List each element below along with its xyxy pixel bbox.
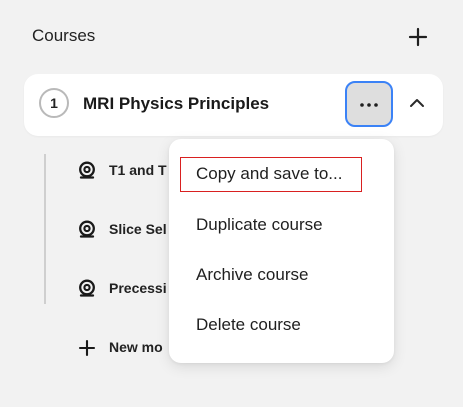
module-label: T1 and T — [109, 162, 167, 178]
course-card[interactable]: 1 MRI Physics Principles — [24, 74, 443, 136]
module-tree-line — [44, 154, 46, 304]
module-icon — [79, 220, 95, 238]
course-context-menu: Copy and save to... Duplicate course Arc… — [169, 139, 394, 363]
menu-item-duplicate-course[interactable]: Duplicate course — [196, 215, 323, 235]
module-icon — [79, 161, 95, 179]
page-title: Courses — [32, 26, 96, 45]
menu-item-archive-course[interactable]: Archive course — [196, 265, 308, 285]
menu-item-delete-course[interactable]: Delete course — [196, 315, 301, 335]
plus-icon — [78, 339, 96, 357]
course-title: MRI Physics Principles — [83, 94, 270, 113]
chevron-up-icon — [410, 99, 424, 107]
course-more-button[interactable] — [345, 81, 393, 127]
module-icon — [79, 279, 95, 297]
add-course-button[interactable] — [405, 24, 431, 50]
plus-icon — [408, 27, 428, 47]
course-number-badge: 1 — [39, 88, 69, 118]
module-label: Slice Sel — [109, 221, 167, 237]
module-label: Precessi — [109, 280, 167, 296]
new-module-label: New mo — [109, 339, 163, 355]
ellipsis-icon — [360, 103, 378, 107]
collapse-course-button[interactable] — [408, 96, 426, 110]
menu-item-copy-and-save[interactable]: Copy and save to... — [180, 157, 362, 192]
